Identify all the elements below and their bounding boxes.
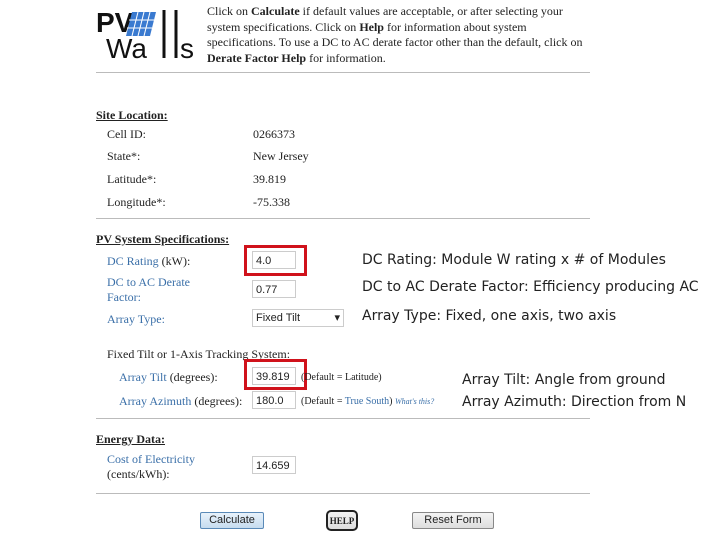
azimuth-default: (Default = True South) What's this?: [301, 396, 435, 407]
latitude-value: 39.819: [253, 172, 286, 186]
annotation-tilt: Array Tilt: Angle from ground: [462, 372, 666, 388]
intro-text: Click on Calculate if default values are…: [207, 4, 583, 65]
whats-this-link[interactable]: What's this?: [395, 397, 434, 406]
state-value: New Jersey: [253, 149, 309, 163]
tilt-label: Array Tilt (degrees):: [119, 370, 218, 384]
cell-id-value: 0266373: [253, 127, 295, 141]
divider: [96, 72, 590, 73]
azimuth-input[interactable]: 180.0: [252, 391, 296, 409]
tilt-default: (Default = Latitude): [301, 372, 382, 383]
highlight-box: [244, 245, 307, 276]
reset-button[interactable]: Reset Form: [412, 512, 494, 529]
divider: [96, 493, 590, 494]
pv-heading: PV System Specifications:: [96, 232, 230, 246]
cost-unit: (cents/kWh):: [107, 467, 170, 481]
azimuth-link[interactable]: Array Azimuth: [119, 394, 191, 408]
annotation-dc-rating: DC Rating: Module W rating x # of Module…: [362, 252, 666, 268]
annotation-azimuth: Array Azimuth: Direction from N: [462, 394, 687, 410]
cost-input[interactable]: 14.659: [252, 456, 296, 474]
cell-id-label: Cell ID:: [107, 127, 146, 141]
dc-rating-link[interactable]: DC Rating: [107, 254, 159, 268]
cost-link[interactable]: Cost of Electricity: [107, 452, 195, 467]
annotation-derate: DC to AC Derate Factor: Efficiency produ…: [362, 279, 699, 295]
longitude-value: -75.338: [253, 195, 290, 209]
longitude-label: Longitude*:: [107, 195, 166, 209]
divider: [96, 218, 590, 219]
true-south-link[interactable]: True South: [345, 396, 389, 407]
azimuth-label: Array Azimuth (degrees):: [119, 394, 243, 408]
array-type-link[interactable]: Array Type:: [107, 312, 165, 327]
derate-input[interactable]: 0.77: [252, 280, 296, 298]
svg-text:Wa: Wa: [106, 33, 147, 61]
svg-text:s: s: [180, 33, 194, 61]
pvwatts-logo: PV Wa s: [96, 6, 196, 64]
energy-heading: Energy Data:: [96, 432, 165, 446]
divider: [96, 418, 590, 419]
tilt-link[interactable]: Array Tilt: [119, 370, 167, 384]
site-heading: Site Location:: [96, 108, 168, 122]
derate-link[interactable]: DC to AC Derate Factor:: [107, 275, 207, 305]
dc-rating-label: DC Rating (kW):: [107, 254, 191, 268]
annotation-array-type: Array Type: Fixed, one axis, two axis: [362, 308, 617, 324]
state-label: State*:: [107, 149, 141, 163]
latitude-label: Latitude*:: [107, 172, 157, 186]
calculate-button[interactable]: Calculate: [200, 512, 264, 529]
chevron-down-icon: ▾: [334, 312, 340, 324]
help-button[interactable]: HELP: [326, 510, 358, 531]
array-type-select[interactable]: Fixed Tilt ▾: [252, 309, 344, 327]
highlight-box: [244, 359, 307, 390]
